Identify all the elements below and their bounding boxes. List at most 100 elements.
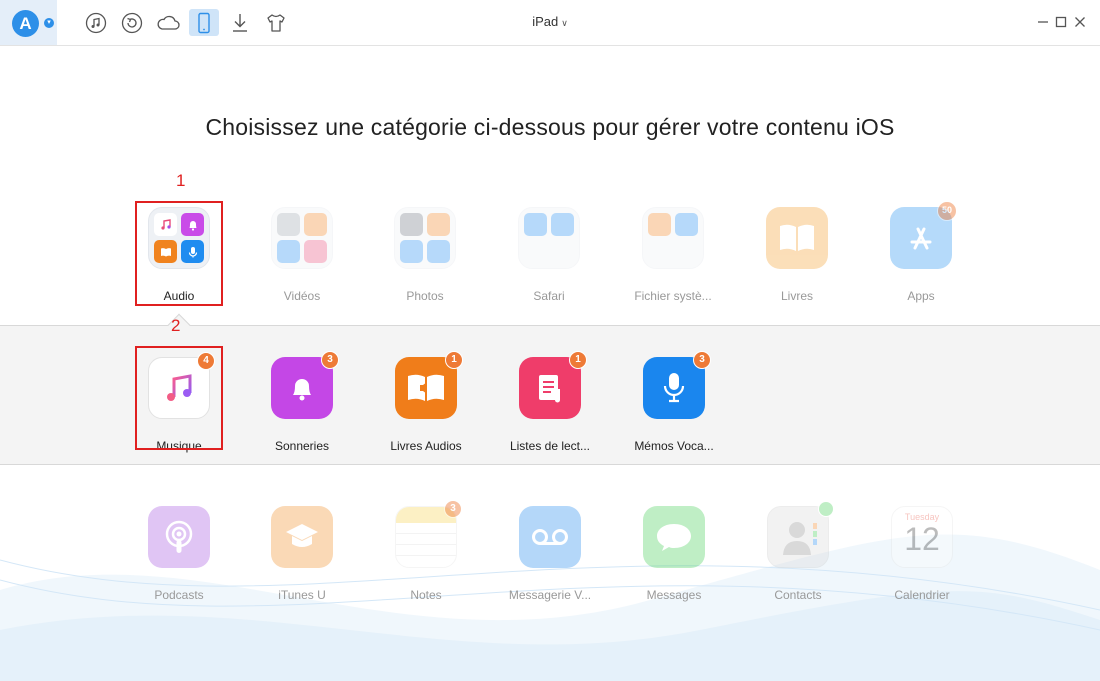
subcategory-label: Sonneries bbox=[274, 439, 330, 453]
category-voicemail[interactable]: Messagerie V... bbox=[488, 506, 612, 602]
count-badge: 50 bbox=[937, 201, 957, 221]
app-logo: A bbox=[12, 10, 39, 37]
calendar-day-number: 12 bbox=[904, 521, 940, 557]
playlist-icon: 1 bbox=[519, 351, 587, 419]
device-name: iPad bbox=[532, 14, 559, 29]
podcast-icon bbox=[148, 506, 210, 568]
annotation-highlight-music bbox=[135, 346, 223, 450]
empty-slot bbox=[524, 240, 547, 263]
device-button[interactable] bbox=[189, 9, 219, 36]
music-note-icon bbox=[85, 12, 107, 33]
subcategory-playlists[interactable]: 1 Listes de lect... bbox=[488, 351, 612, 453]
chevron-down-icon: ∨ bbox=[561, 18, 568, 28]
count-badge: 3 bbox=[321, 351, 339, 369]
image-icon bbox=[427, 213, 450, 236]
notes-line bbox=[396, 533, 456, 534]
subcategory-ringtones[interactable]: 3 Sonneries bbox=[240, 351, 364, 453]
backup-restore-button[interactable] bbox=[117, 9, 147, 36]
count-badge: 3 bbox=[444, 500, 462, 518]
graduation-cap-icon bbox=[271, 506, 333, 568]
maximize-button[interactable] bbox=[1052, 13, 1070, 31]
category-podcasts[interactable]: Podcasts bbox=[117, 506, 241, 602]
empty-slot bbox=[648, 240, 671, 263]
device-selector[interactable]: iPad ∨ bbox=[510, 14, 590, 29]
minimize-icon bbox=[1038, 21, 1048, 23]
category-itunes-u[interactable]: iTunes U bbox=[240, 506, 364, 602]
subcategory-label: Listes de lect... bbox=[509, 439, 591, 453]
itunes-library-button[interactable] bbox=[81, 9, 111, 36]
videos-folder-icon bbox=[271, 207, 333, 269]
contacts-icon bbox=[767, 501, 834, 568]
annotation-step-1: 1 bbox=[176, 171, 186, 190]
close-button[interactable] bbox=[1071, 13, 1089, 31]
ringtone-bell-icon: 3 bbox=[271, 351, 339, 419]
category-label: Apps bbox=[907, 289, 935, 303]
notes-line bbox=[396, 544, 456, 545]
chevron-down-icon: ▾ bbox=[44, 18, 54, 28]
cloud-sync-icon bbox=[818, 501, 834, 517]
annotation-step-2: 2 bbox=[171, 316, 181, 335]
count-badge: 1 bbox=[569, 351, 587, 369]
category-label: Podcasts bbox=[154, 588, 204, 602]
category-contacts[interactable]: Contacts bbox=[736, 501, 860, 602]
toolkit-button[interactable] bbox=[261, 9, 291, 36]
category-file-system[interactable]: Fichier systè... bbox=[611, 207, 735, 303]
app-menu-button[interactable]: A ▾ bbox=[0, 0, 57, 45]
page-title: Choisissez une catégorie ci-dessous pour… bbox=[205, 114, 895, 140]
annotation-highlight-audio bbox=[135, 201, 223, 306]
toolbar: A ▾ iPad ∨ bbox=[0, 0, 1100, 46]
history-icon bbox=[551, 213, 574, 236]
minimize-button[interactable] bbox=[1034, 13, 1052, 31]
message-bubble-icon bbox=[643, 506, 705, 568]
restore-icon bbox=[121, 12, 143, 33]
category-videos[interactable]: Vidéos bbox=[240, 207, 364, 303]
maximize-icon bbox=[1055, 16, 1067, 28]
voicemail-icon bbox=[519, 506, 581, 568]
audiobook-icon: 1 bbox=[395, 351, 463, 419]
photos-folder-icon bbox=[394, 207, 456, 269]
count-badge: 1 bbox=[445, 351, 463, 369]
category-calendar[interactable]: Tuesday 12 Calendrier bbox=[860, 506, 984, 602]
category-books[interactable]: Livres bbox=[735, 207, 859, 303]
download-button[interactable] bbox=[225, 9, 255, 36]
safari-folder-icon bbox=[518, 207, 580, 269]
tablet-icon bbox=[198, 12, 210, 33]
category-photos[interactable]: Photos bbox=[363, 207, 487, 303]
microphone-icon: 3 bbox=[643, 351, 711, 419]
tv-icon bbox=[304, 213, 327, 236]
calendar-icon: Tuesday 12 bbox=[891, 506, 953, 568]
category-label: Notes bbox=[410, 588, 442, 602]
category-safari[interactable]: Safari bbox=[487, 207, 611, 303]
category-label: Fichier systè... bbox=[634, 289, 712, 303]
download-icon bbox=[233, 13, 247, 32]
category-apps[interactable]: 50 Apps bbox=[859, 201, 983, 303]
clapper-icon bbox=[277, 213, 300, 236]
tshirt-icon bbox=[267, 13, 285, 32]
file-icon bbox=[648, 213, 671, 236]
category-label: iTunes U bbox=[278, 588, 326, 602]
category-label: Photos bbox=[406, 289, 444, 303]
empty-slot bbox=[675, 240, 698, 263]
camera-icon bbox=[400, 213, 423, 236]
subcategory-audiobooks[interactable]: 1 Livres Audios bbox=[364, 351, 488, 453]
category-messages[interactable]: Messages bbox=[612, 506, 736, 602]
app-window: A ▾ iPad ∨ Choisissez une catégorie ci-d… bbox=[0, 0, 1100, 681]
file-system-folder-icon bbox=[642, 207, 704, 269]
notes-line bbox=[396, 555, 456, 556]
icloud-button[interactable] bbox=[153, 9, 183, 36]
category-label: Contacts bbox=[774, 588, 822, 602]
subcategory-label: Livres Audios bbox=[390, 439, 462, 453]
album-icon bbox=[400, 240, 423, 263]
category-notes[interactable]: 3 Notes bbox=[364, 500, 488, 602]
close-icon bbox=[1075, 17, 1085, 27]
category-label: Messagerie V... bbox=[508, 588, 592, 602]
video-icon bbox=[277, 240, 300, 263]
category-label: Vidéos bbox=[283, 289, 321, 303]
subcategory-label: Mémos Voca... bbox=[634, 439, 714, 453]
photo-stream-icon bbox=[427, 240, 450, 263]
book-icon bbox=[766, 207, 828, 269]
subcategory-voice-memos[interactable]: 3 Mémos Voca... bbox=[612, 351, 736, 453]
bookmark-icon bbox=[524, 213, 547, 236]
cloud-icon bbox=[157, 15, 180, 30]
category-label: Livres bbox=[780, 289, 813, 303]
